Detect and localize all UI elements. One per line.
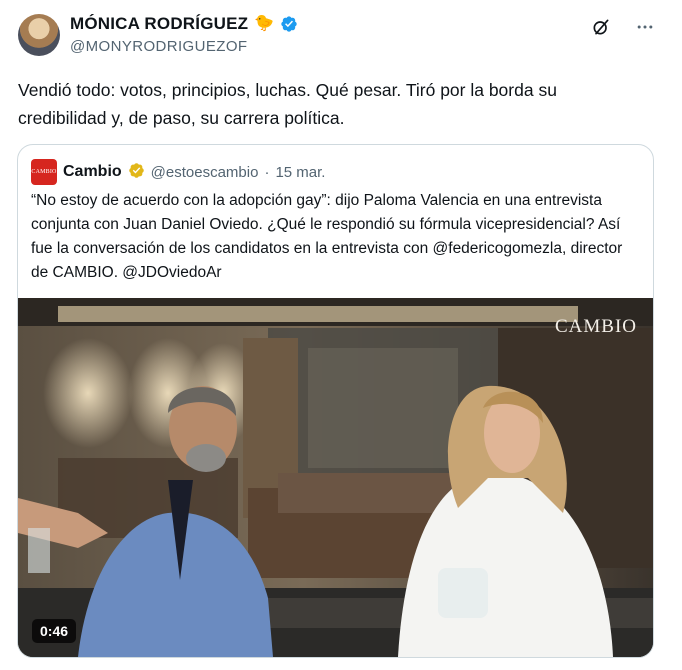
quoted-tweet[interactable]: CAMBIO Cambio @estoescambio · 15 mar. “N… xyxy=(17,144,654,658)
video-watermark: CAMBIO xyxy=(554,316,637,337)
tweet-text: Vendió todo: votos, principios, luchas. … xyxy=(18,80,557,128)
quoted-date[interactable]: 15 mar. xyxy=(275,164,325,181)
verified-gold-badge-icon xyxy=(128,162,145,183)
video-thumbnail xyxy=(18,298,653,657)
author-avatar[interactable] xyxy=(18,14,60,56)
grok-icon[interactable] xyxy=(590,16,612,38)
tweet-top-actions xyxy=(590,16,656,38)
quoted-header: CAMBIO Cambio @estoescambio · 15 mar. xyxy=(31,159,325,185)
cambio-logo-text: CAMBIO xyxy=(31,169,57,175)
cambio-logo-avatar[interactable]: CAMBIO xyxy=(31,159,57,185)
quoted-text: “No estoy de acuerdo con la adopción gay… xyxy=(31,192,623,281)
more-options-icon[interactable] xyxy=(634,16,656,38)
separator-dot: · xyxy=(264,163,270,181)
author-handle[interactable]: @MONYRODRIGUEZOF xyxy=(70,38,247,55)
video-player[interactable]: CAMBIO 0:46 xyxy=(18,298,653,657)
author-name-row: MÓNICA RODRÍGUEZ 🐤 xyxy=(70,14,298,34)
quoted-author-name[interactable]: Cambio xyxy=(63,163,122,181)
video-duration-badge: 0:46 xyxy=(32,619,77,643)
quoted-author-handle[interactable]: @estoescambio xyxy=(151,164,259,181)
author-display-name[interactable]: MÓNICA RODRÍGUEZ xyxy=(70,14,248,34)
tweet: MÓNICA RODRÍGUEZ 🐤 @MONYRODRIGUEZOF Vend… xyxy=(0,0,682,670)
chick-emoji-icon: 🐤 xyxy=(254,15,275,32)
verified-badge-icon xyxy=(280,15,298,33)
